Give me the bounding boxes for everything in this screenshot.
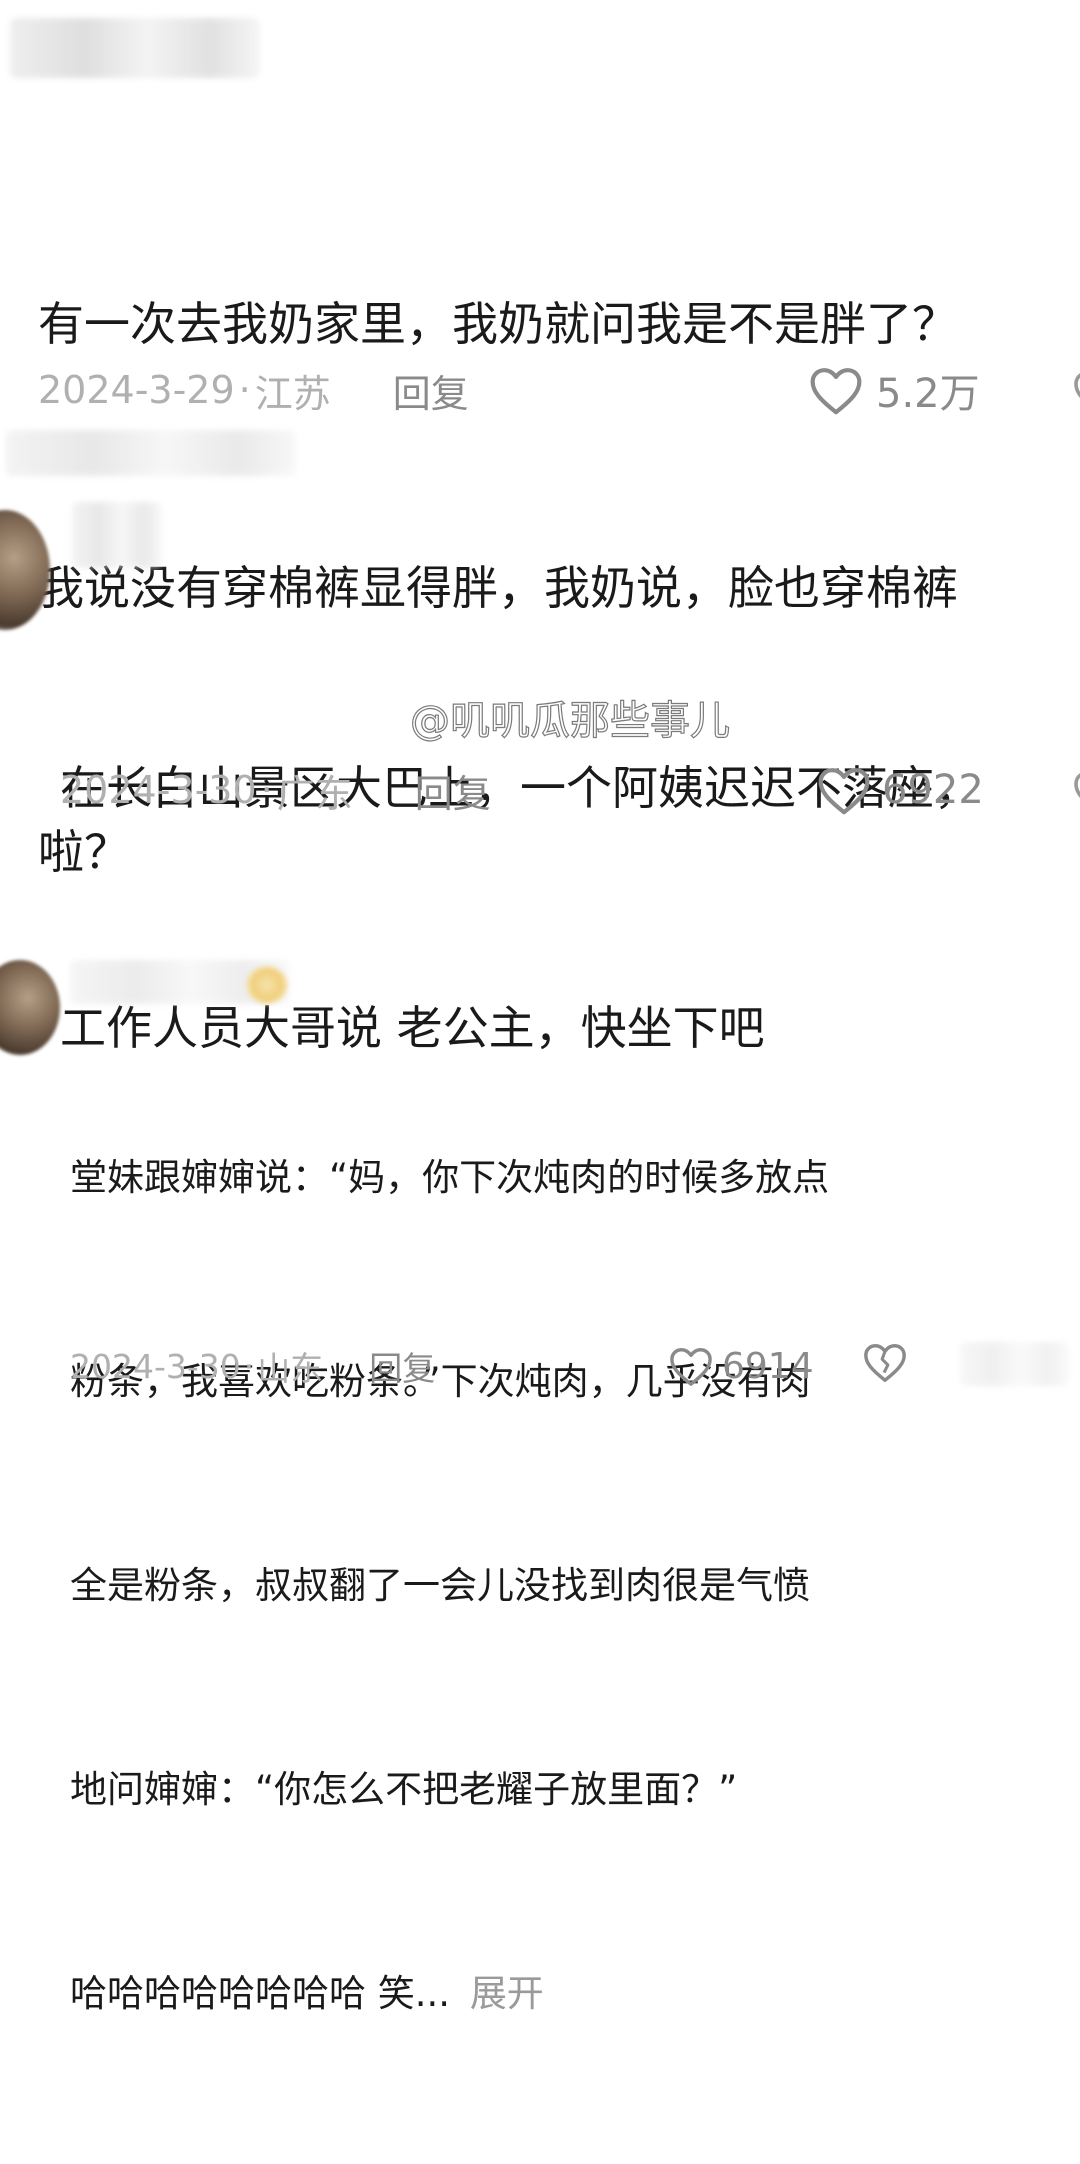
like-button[interactable]: 6922 [816,762,984,818]
blurred-username [10,18,260,78]
watermark: @叽叽瓜那些事儿 [409,697,730,744]
comment-text: 堂妹跟婶婶说：“妈，你下次炖肉的时候多放点 粉条，我喜欢吃粉条。”下次炖肉，几乎… [70,1008,950,2164]
like-count: 6922 [882,767,984,813]
like-button[interactable]: 6914 [668,1342,814,1390]
comment-meta: 2024-3-29 · 江苏 回复 [38,364,469,416]
comment-line: 堂妹跟婶婶说：“妈，你下次炖肉的时候多放点 [70,1156,830,1199]
dislike-icon-partial[interactable] [1068,368,1080,416]
dislike-icon-partial[interactable] [1068,768,1080,816]
heart-outline-icon [808,364,864,416]
comment-1: 有一次去我奶家里，我奶就问我是不是胖了？ 我说没有穿棉裤显得胖，我奶说，脸也穿棉… [0,0,1080,879]
comment-line: 地问婶婶：“你怎么不把老耀子放里面？” [70,1768,738,1811]
comment-meta: 2024-3-30 · 山东 回复 [70,1342,435,1390]
reply-button[interactable]: 回复 [369,1342,435,1390]
blurred-username [72,502,162,568]
comment-line: 哈哈哈哈哈哈哈哈 笑... [70,1972,451,2015]
comment-location: 广东 [276,771,353,816]
user-badge [246,966,288,1004]
meta-dot: · [238,368,251,412]
reply-button[interactable]: 回复 [415,763,491,818]
comment-date: 2024-3-29 [38,368,235,412]
comment-line: 有一次去我奶家里，我奶就问我是不是胖了？ [38,297,958,351]
comment-3: 堂妹跟婶婶说：“妈，你下次炖肉的时候多放点 粉条，我喜欢吃粉条。”下次炖肉，几乎… [0,950,1080,2015]
avatar [0,510,50,630]
expand-button[interactable]: 展开 [470,1972,544,2015]
meta-dot: · [243,1346,255,1386]
comment-location: 山东 [257,1349,324,1388]
comment-date: 2024-3-30 [60,768,257,812]
like-button[interactable]: 5.2万 [808,362,980,418]
like-count: 6914 [722,1345,814,1387]
reply-button[interactable]: 回复 [393,363,469,418]
comment-location: 江苏 [254,371,331,416]
blurred-divider [6,430,296,476]
blurred-corner [960,1342,1070,1386]
meta-dot: · [260,768,273,812]
comment-date: 2024-3-30 [70,1346,241,1386]
comment-line-last: 哈哈哈哈哈哈哈哈 笑... 展开 [70,1960,950,2028]
broken-heart-icon[interactable] [862,1340,908,1390]
comment-meta: 2024-3-30 · 广东 回复 [60,764,491,816]
like-count: 5.2万 [876,371,980,417]
heart-outline-icon [816,764,872,816]
comment-line: 全是粉条，叔叔翻了一会儿没找到肉很是气愤 [70,1564,810,1607]
avatar [0,960,60,1055]
heart-outline-icon [668,1345,714,1387]
